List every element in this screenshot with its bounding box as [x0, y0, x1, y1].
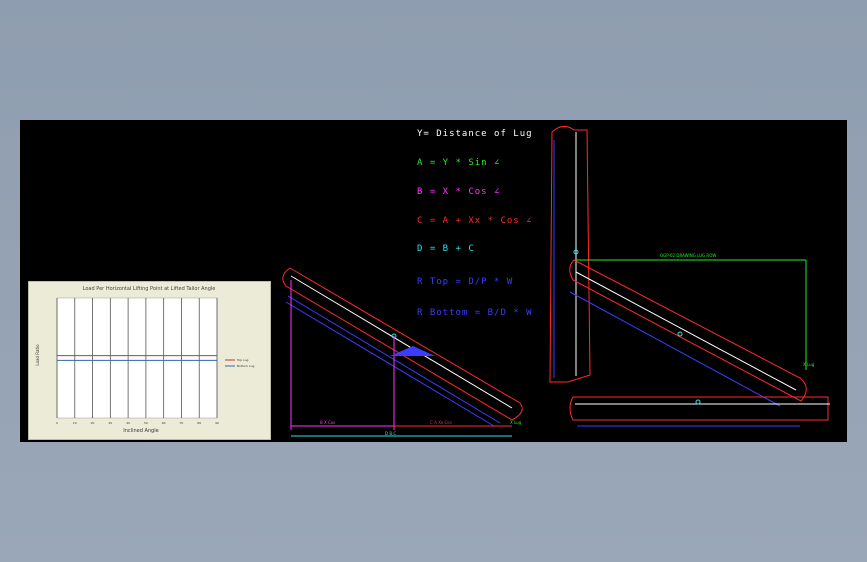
- chart-x-ticks: 0 10 20 30 40 50 60 70 80 90: [56, 421, 219, 425]
- load-chart: Load Per Horizontal Lifting Point at Lif…: [35, 286, 254, 434]
- dim-left-d: D B C: [385, 431, 396, 436]
- chart-x-tick-label: 20: [91, 421, 95, 425]
- dim-left-b: B X Cos: [320, 420, 335, 425]
- chart-x-tick-label: 80: [197, 421, 201, 425]
- formula-d: D = B + C: [417, 244, 475, 254]
- dim-right-small: X Lug: [803, 362, 815, 367]
- chart-x-tick-label: 40: [126, 421, 130, 425]
- formula-r-top: R Top = D/P * W: [417, 277, 513, 287]
- chart-legend-label: Top Lug: [236, 358, 249, 362]
- chart-x-tick-label: 0: [56, 421, 58, 425]
- dim-left-lug: X Lug: [510, 420, 522, 425]
- chart-x-axis-label: Inclined Angle: [123, 428, 158, 434]
- formula-c: C = A + Xx * Cos ∠: [417, 216, 533, 226]
- dim-right-top: OGP-02 DRAWING LUG ROW: [660, 253, 716, 258]
- formula-y-definition: Y= Distance of Lug: [417, 129, 533, 139]
- chart-x-tick-label: 90: [215, 421, 219, 425]
- chart-x-tick-label: 10: [73, 421, 77, 425]
- dim-left-c: C A Xx Cos: [430, 420, 452, 425]
- chart-y-axis-label: Load Ratio: [35, 344, 40, 366]
- chart-grid: [56, 297, 218, 419]
- chart-x-tick-label: 50: [144, 421, 148, 425]
- chart-title: Load Per Horizontal Lifting Point at Lif…: [83, 286, 216, 292]
- formula-r-bottom: R Bottom = B/D * W: [417, 308, 533, 318]
- right-vessel-assembly: OGP-02 DRAWING LUG ROW X Lug: [549, 126, 830, 427]
- formula-b: B = X * Cos ∠: [417, 187, 500, 197]
- chart-x-tick-label: 30: [108, 421, 112, 425]
- chart-x-tick-label: 60: [162, 421, 166, 425]
- chart-legend-label: Bottom Lug: [237, 364, 254, 368]
- chart-legend: Top Lug Bottom Lug: [225, 358, 254, 368]
- chart-plot-area: [56, 297, 218, 419]
- chart-x-tick-label: 70: [180, 421, 184, 425]
- cad-viewport[interactable]: Y= Distance of Lug A = Y * Sin ∠ B = X *…: [20, 120, 847, 442]
- formula-a: A = Y * Sin ∠: [417, 158, 500, 168]
- load-chart-panel: Load Per Horizontal Lifting Point at Lif…: [28, 281, 271, 440]
- left-inclined-vessel: B X Cos C A Xx Cos D B C X Lug: [282, 267, 523, 437]
